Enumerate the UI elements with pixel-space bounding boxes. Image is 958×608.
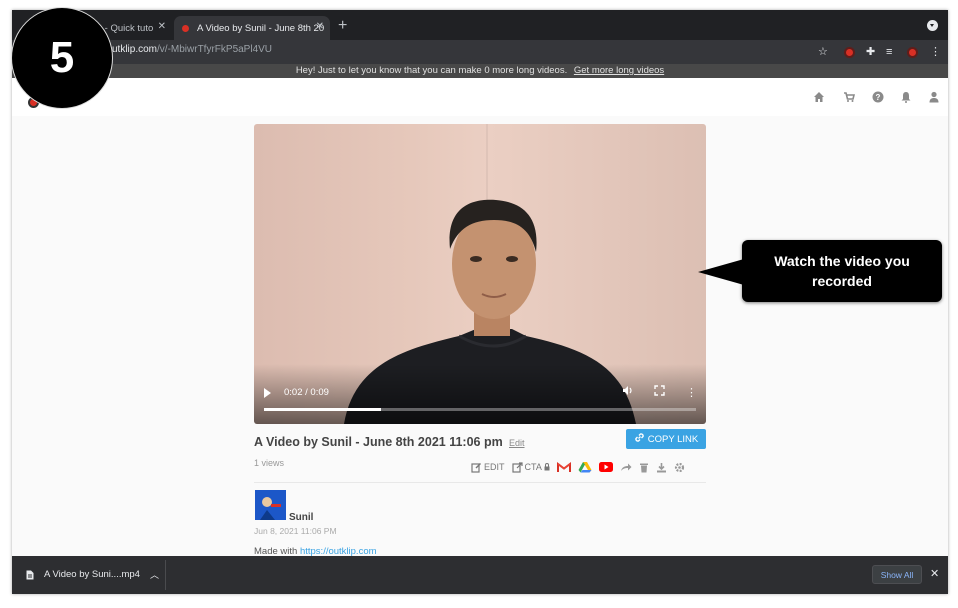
author-name: Sunil xyxy=(289,512,314,523)
file-icon xyxy=(26,570,34,579)
url-host: utklip.com xyxy=(112,44,158,55)
home-icon[interactable] xyxy=(813,91,825,103)
edit-title-link[interactable]: Edit xyxy=(509,438,525,448)
volume-icon[interactable] xyxy=(622,385,634,399)
video-actions: EDIT CTA xyxy=(471,460,685,474)
address-toolbar: utklip.com/v/-MbiwrTfyrFkP5aPl4VU ☆ ✚ ≡ … xyxy=(12,40,948,64)
video-player[interactable]: 0:02 / 0:09 ⋮ xyxy=(254,124,706,424)
settings-gear-icon[interactable] xyxy=(674,462,685,473)
browser-window: es - Quick tuto ✕ A Video by Sunil - Jun… xyxy=(12,10,948,594)
link-icon xyxy=(634,432,645,446)
trash-icon[interactable] xyxy=(639,462,649,473)
video-date: Jun 8, 2021 11:06 PM xyxy=(254,526,337,536)
download-filename: A Video by Suni....mp4 xyxy=(44,569,140,580)
cta-action-label: CTA xyxy=(524,462,542,472)
copy-link-label: COPY LINK xyxy=(647,433,699,445)
get-more-videos-link[interactable]: Get more long videos xyxy=(574,65,664,76)
tab-search-icon[interactable] xyxy=(927,20,938,31)
extension-record-icon[interactable] xyxy=(844,47,855,58)
download-icon[interactable] xyxy=(656,462,667,473)
downloads-bar: A Video by Suni....mp4 ︿ Show All ✕ xyxy=(12,556,948,594)
external-link-icon xyxy=(511,461,523,473)
lock-icon xyxy=(544,463,550,471)
avatar xyxy=(255,490,286,520)
callout-arrow xyxy=(698,259,744,285)
notice-banner: Hey! Just to let you know that you can m… xyxy=(12,64,948,78)
tab-close-icon[interactable]: ✕ xyxy=(158,21,166,32)
recording-icon xyxy=(182,24,189,32)
callout-line-1: Watch the video you xyxy=(774,253,910,269)
tab-label: A Video by Sunil - June 8th 20 xyxy=(197,22,325,34)
video-progress-fill xyxy=(264,408,381,411)
cart-icon[interactable] xyxy=(843,91,856,103)
edit-icon xyxy=(471,462,481,473)
chevron-up-icon[interactable]: ︿ xyxy=(150,568,159,581)
puzzle-icon[interactable]: ✚ xyxy=(866,45,875,59)
callout-line-2: recorded xyxy=(812,273,872,289)
edit-action-label: EDIT xyxy=(484,462,505,472)
tab-video-active[interactable]: A Video by Sunil - June 8th 20 ✕ xyxy=(174,16,330,40)
download-item[interactable]: A Video by Suni....mp4 ︿ xyxy=(26,568,159,581)
cta-action[interactable]: CTA xyxy=(511,461,550,473)
user-icon[interactable] xyxy=(928,91,940,103)
google-drive-icon[interactable] xyxy=(578,461,592,473)
divider xyxy=(254,482,706,483)
profile-record-icon[interactable] xyxy=(907,47,918,58)
downloads-separator xyxy=(165,560,166,590)
url-path: /v/-MbiwrTfyrFkP5aPl4VU xyxy=(157,44,273,55)
star-icon[interactable]: ☆ xyxy=(818,45,828,59)
tab-bar: es - Quick tuto ✕ A Video by Sunil - Jun… xyxy=(12,10,948,40)
video-title: A Video by Sunil - June 8th 2021 11:06 p… xyxy=(254,435,503,449)
url-field[interactable]: utklip.com/v/-MbiwrTfyrFkP5aPl4VU xyxy=(112,44,272,55)
svg-text:?: ? xyxy=(876,93,881,102)
copy-link-button[interactable]: COPY LINK xyxy=(626,429,706,449)
play-button[interactable] xyxy=(264,388,271,398)
notice-text: Hey! Just to let you know that you can m… xyxy=(295,65,568,76)
bell-icon[interactable] xyxy=(900,91,912,103)
tab-close-icon[interactable]: ✕ xyxy=(316,21,324,32)
close-icon[interactable]: ✕ xyxy=(930,567,939,580)
share-icon[interactable] xyxy=(620,462,632,472)
help-icon[interactable]: ? xyxy=(872,91,884,103)
gmail-icon[interactable] xyxy=(556,461,571,473)
app-header: ? xyxy=(12,78,948,116)
video-time: 0:02 / 0:09 xyxy=(284,387,329,398)
edit-action[interactable]: EDIT xyxy=(471,462,505,473)
media-control-icon[interactable]: ≡ xyxy=(886,45,892,59)
menu-dots-icon[interactable]: ⋮ xyxy=(930,45,941,59)
video-progress-bar[interactable] xyxy=(264,408,696,411)
step-number-badge: 5 xyxy=(12,8,112,108)
new-tab-button[interactable]: + xyxy=(338,18,347,34)
more-options-icon[interactable]: ⋮ xyxy=(686,386,697,399)
show-all-button[interactable]: Show All xyxy=(872,565,922,584)
view-count: 1 views xyxy=(254,458,285,468)
fullscreen-icon[interactable] xyxy=(654,385,665,399)
callout-box: Watch the video you recorded xyxy=(742,240,942,302)
youtube-icon[interactable] xyxy=(598,462,613,472)
